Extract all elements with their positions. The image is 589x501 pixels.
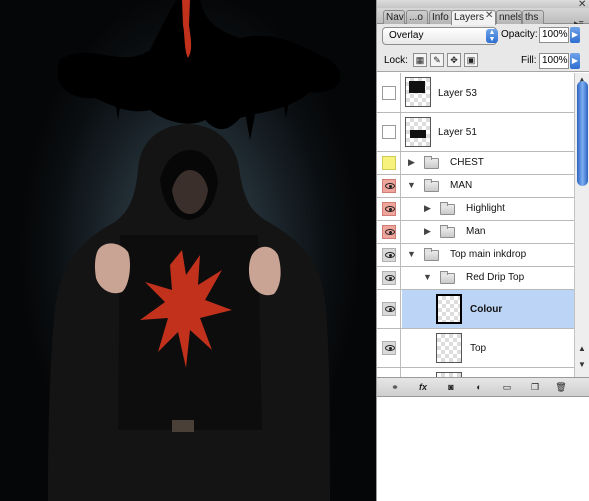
group-name: Highlight: [466, 203, 505, 214]
folder-icon: [424, 248, 439, 261]
tab-paths[interactable]: ths: [522, 10, 544, 24]
layer-options-bar: Overlay ▲ ▼ Opacity: 100% ▶ Lock: ▦ ✎ ✥ ▣…: [377, 24, 589, 72]
lock-label: Lock:: [384, 55, 408, 66]
tab-histogram[interactable]: ...o: [406, 10, 428, 24]
group-name: Red Drip Top: [466, 272, 525, 283]
eye-icon: [385, 306, 395, 312]
panel-empty-area: [377, 398, 589, 501]
panel-title-bar: ✕: [377, 0, 589, 10]
layers-panel: ✕ Nav ...o Info Layers ✕ nnels ths ▸≡ Ov…: [376, 0, 589, 501]
visibility-toggle[interactable]: [377, 73, 401, 112]
expand-triangle-icon[interactable]: ▶: [408, 157, 415, 168]
eye-icon: [385, 275, 395, 281]
layer-name: Layer 51: [438, 127, 477, 138]
expand-triangle-icon[interactable]: ▶: [424, 203, 431, 214]
document-canvas[interactable]: [0, 0, 376, 501]
visibility-toggle[interactable]: [377, 267, 401, 289]
lock-pixels-brush-icon[interactable]: ✎: [430, 53, 444, 67]
collapse-triangle-icon[interactable]: ▼: [423, 272, 432, 282]
scroll-up-arrow-icon[interactable]: ▲: [578, 344, 586, 353]
layer-row-layer-53[interactable]: Layer 53: [377, 73, 574, 113]
folder-icon: [440, 225, 455, 238]
layer-row-layer-51[interactable]: Layer 51: [377, 113, 574, 152]
tab-channels[interactable]: nnels: [496, 10, 522, 24]
scroll-thumb[interactable]: [577, 81, 588, 186]
folder-icon: [440, 202, 455, 215]
collapse-triangle-icon[interactable]: ▼: [407, 180, 416, 190]
blend-mode-select[interactable]: Overlay ▲ ▼: [382, 27, 498, 45]
tab-info[interactable]: Info: [429, 10, 453, 24]
group-name: Man: [466, 226, 486, 237]
lock-position-move-icon[interactable]: ✥: [447, 53, 461, 67]
layer-group-chest[interactable]: ▶ CHEST: [377, 152, 574, 175]
layer-thumbnail: [405, 117, 431, 147]
artwork-illustration: [48, 0, 341, 501]
visibility-toggle[interactable]: [377, 221, 401, 243]
layer-name: Top: [470, 343, 487, 354]
fx-icon[interactable]: fx: [413, 380, 433, 394]
layers-scrollbar[interactable]: ▲ ▲ ▼: [574, 73, 589, 377]
layer-group-man-inner[interactable]: ▶ Man: [377, 221, 574, 244]
layers-list: Layer 53 Layer 51 ▶ CHEST ▼ MAN ▶ Highli…: [377, 73, 574, 377]
folder-icon[interactable]: ▭: [497, 380, 517, 394]
collapse-triangle-icon[interactable]: ▼: [407, 249, 416, 259]
eye-icon: [385, 345, 395, 351]
group-name: CHEST: [450, 157, 484, 168]
fill-input[interactable]: 100%: [539, 53, 569, 69]
opacity-input[interactable]: 100%: [539, 27, 569, 43]
link-icon[interactable]: ⚭: [385, 380, 405, 394]
folder-icon: [424, 179, 439, 192]
group-name: Top main inkdrop: [450, 249, 527, 260]
expand-triangle-icon[interactable]: ▶: [424, 226, 431, 237]
panel-tab-bar: Nav ...o Info Layers ✕ nnels ths ▸≡: [377, 8, 589, 28]
layer-group-red-drip-top[interactable]: ▼ Red Drip Top: [377, 267, 574, 290]
lock-all-padlock-icon[interactable]: ▣: [464, 53, 478, 67]
visibility-toggle[interactable]: [377, 113, 401, 151]
layer-row-colour[interactable]: Colour: [377, 290, 574, 329]
visibility-toggle[interactable]: [377, 198, 401, 220]
visibility-toggle[interactable]: [377, 152, 401, 174]
layer-group-top-main-inkdrop[interactable]: ▼ Top main inkdrop: [377, 244, 574, 267]
photoshop-window: ✕ Nav ...o Info Layers ✕ nnels ths ▸≡ Ov…: [0, 0, 589, 501]
group-name: MAN: [450, 180, 473, 191]
layer-row-partial[interactable]: [377, 368, 574, 377]
fill-slider-arrow-icon[interactable]: ▶: [570, 53, 580, 69]
layer-thumbnail: [405, 77, 431, 107]
eye-icon: [385, 252, 395, 258]
ink-splash: [57, 0, 341, 130]
fill-label: Fill:: [521, 55, 537, 66]
tab-close-icon[interactable]: ✕: [485, 10, 493, 21]
shirt: [118, 235, 262, 430]
opacity-slider-arrow-icon[interactable]: ▶: [570, 27, 580, 43]
mask-icon[interactable]: ◙: [441, 380, 461, 394]
trash-icon[interactable]: 🗑: [551, 380, 571, 394]
scroll-down-icon[interactable]: ▼: [578, 360, 586, 369]
layer-name: Layer 53: [438, 88, 477, 99]
belt-buckle: [172, 420, 194, 432]
eye-icon: [385, 183, 395, 189]
blend-mode-value: Overlay: [389, 30, 424, 41]
visibility-toggle[interactable]: [377, 290, 401, 328]
visibility-toggle[interactable]: [377, 329, 401, 367]
eye-icon: [385, 206, 395, 212]
folder-icon: [440, 271, 455, 284]
adjustment-icon[interactable]: ◐: [469, 380, 489, 394]
tab-navigator[interactable]: Nav: [383, 10, 405, 24]
layers-footer-toolbar: ⚭ fx ◙ ◐ ▭ ❐ 🗑: [377, 377, 589, 397]
new-layer-icon[interactable]: ❐: [525, 380, 545, 394]
layer-thumbnail: [436, 333, 462, 363]
layer-name: Colour: [470, 304, 503, 315]
folder-icon: [424, 156, 439, 169]
select-arrows-icon: ▲ ▼: [486, 29, 498, 43]
layer-group-man[interactable]: ▼ MAN: [377, 175, 574, 198]
opacity-label: Opacity:: [501, 29, 538, 40]
lock-transparency-icon[interactable]: ▦: [413, 53, 427, 67]
visibility-toggle[interactable]: [377, 244, 401, 266]
eye-icon: [385, 229, 395, 235]
visibility-toggle[interactable]: [377, 368, 401, 377]
layer-group-highlight[interactable]: ▶ Highlight: [377, 198, 574, 221]
layer-row-top[interactable]: Top: [377, 329, 574, 368]
layer-thumbnail: [436, 294, 462, 324]
visibility-toggle[interactable]: [377, 175, 401, 197]
